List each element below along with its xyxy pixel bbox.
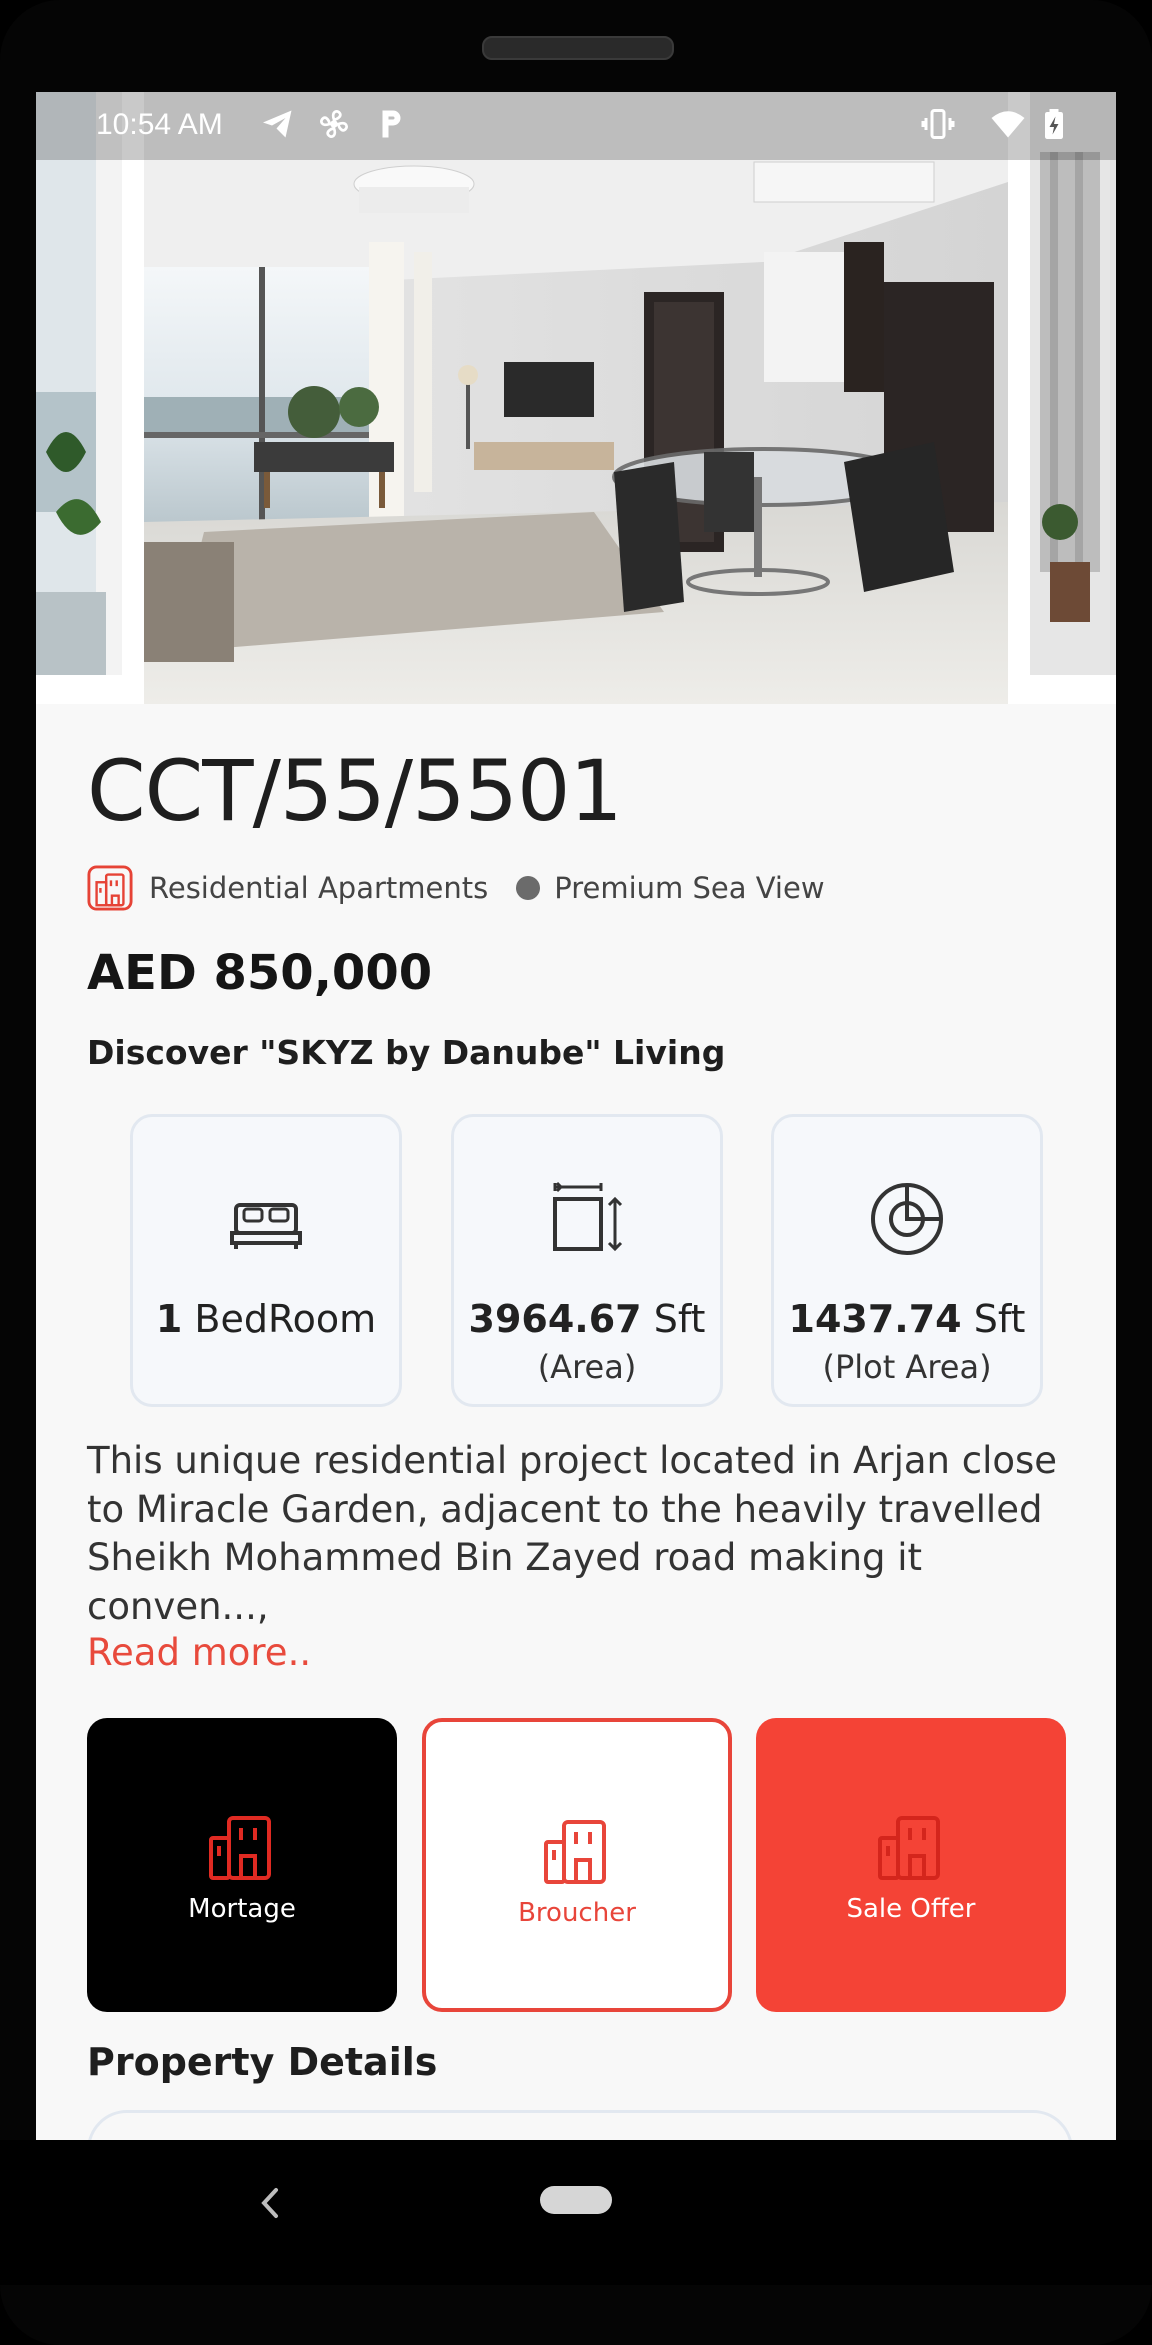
- system-navigation-bar: [0, 2140, 1152, 2285]
- plot-area-icon: [871, 1183, 943, 1255]
- feature-card-area: 3964.67 Sft (Area): [451, 1114, 723, 1407]
- status-bar: 10:54 AM: [36, 92, 1116, 160]
- property-details-card: [87, 2110, 1073, 2140]
- battery-charging-icon: [1045, 109, 1063, 139]
- property-price: AED 850,000: [87, 945, 433, 1001]
- property-description: This unique residential project located …: [87, 1439, 1058, 1628]
- vibrate-icon: [921, 109, 955, 139]
- carousel-image-main[interactable]: [144, 92, 1008, 704]
- separator-dot: [516, 876, 541, 900]
- broucher-button[interactable]: Broucher: [422, 1718, 732, 2012]
- mortage-label: Mortage: [188, 1894, 296, 1924]
- plot-area-value: 1437.74 Sft: [788, 1297, 1026, 1341]
- area-value: 3964.67 Sft: [468, 1297, 706, 1341]
- read-more-link[interactable]: Read more..: [87, 1631, 311, 1674]
- wifi-icon: [991, 111, 1025, 138]
- building-icon: [544, 1820, 606, 1884]
- area-icon: [553, 1181, 623, 1252]
- bedroom-count: 1 BedRoom: [155, 1297, 377, 1341]
- status-time: 10:54 AM: [96, 108, 223, 141]
- fan-icon: [320, 110, 348, 138]
- phone-frame: 10:54 AM CCT/55/5501 Residential Apartme…: [0, 0, 1152, 2345]
- speaker-grille: [482, 36, 674, 60]
- area-label: (Area): [537, 1348, 637, 1386]
- image-carousel[interactable]: [36, 92, 1116, 704]
- property-details-heading: Property Details: [87, 2040, 438, 2084]
- sale-offer-button[interactable]: Sale Offer: [756, 1718, 1066, 2012]
- parking-icon: [382, 110, 401, 138]
- building-icon: [87, 865, 133, 911]
- property-tags: Residential Apartments Premium Sea View: [87, 865, 825, 911]
- home-button[interactable]: [540, 2186, 612, 2214]
- plot-area-label: (Plot Area): [822, 1348, 992, 1386]
- feature-card-bedroom: 1 BedRoom: [130, 1114, 402, 1407]
- feature-card-plot-area: 1437.74 Sft (Plot Area): [771, 1114, 1043, 1407]
- back-icon[interactable]: [256, 2184, 282, 2222]
- sale-offer-label: Sale Offer: [846, 1894, 976, 1924]
- carousel-image-left[interactable]: [36, 92, 122, 675]
- carousel-image-right[interactable]: [1030, 92, 1116, 675]
- app-screen: 10:54 AM CCT/55/5501 Residential Apartme…: [36, 92, 1116, 2140]
- broucher-label: Broucher: [518, 1898, 636, 1928]
- property-type: Residential Apartments: [149, 871, 489, 905]
- mortage-button[interactable]: Mortage: [87, 1718, 397, 2012]
- building-icon: [209, 1816, 271, 1880]
- property-code-title: CCT/55/5501: [87, 742, 623, 840]
- telegram-icon: [263, 110, 292, 138]
- property-tagline: Discover "SKYZ by Danube" Living: [87, 1033, 726, 1072]
- building-icon: [878, 1816, 940, 1880]
- property-view: Premium Sea View: [554, 871, 825, 905]
- bed-icon: [230, 1203, 302, 1249]
